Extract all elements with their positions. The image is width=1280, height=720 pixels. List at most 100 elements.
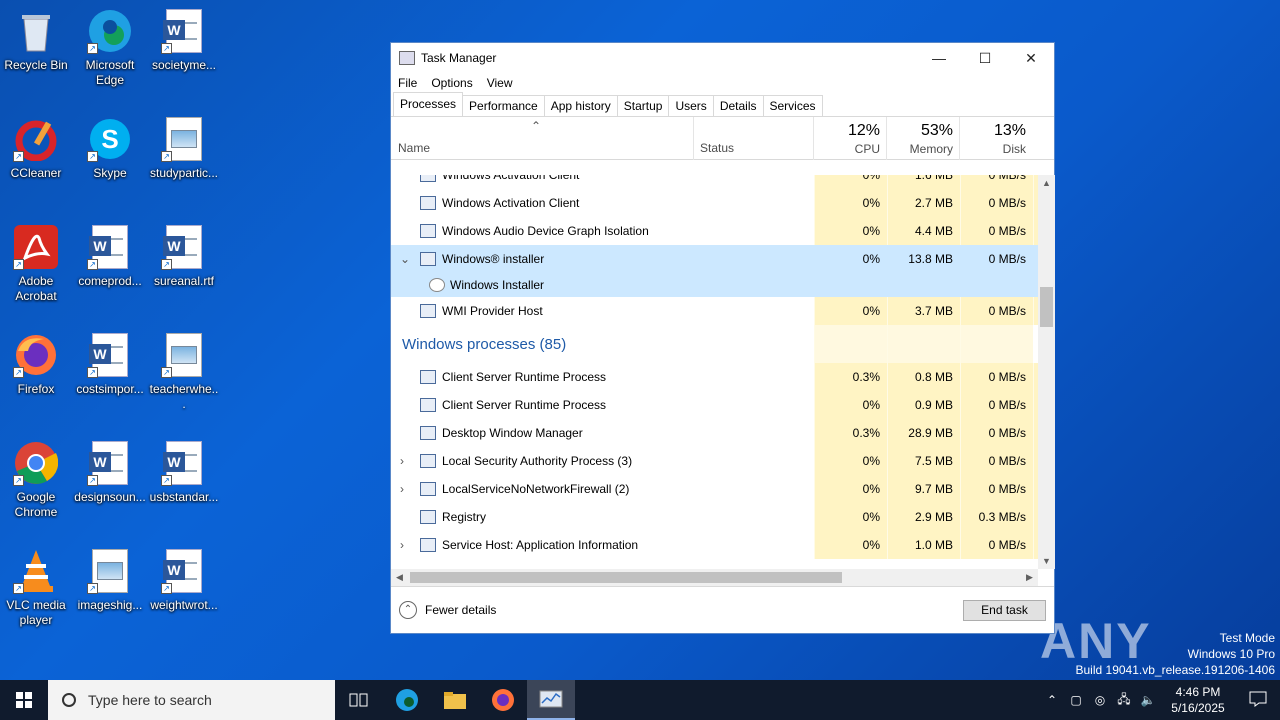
desktop-icon[interactable]: W ↗ costsimpor... (74, 332, 146, 397)
process-row[interactable]: WMI Provider Host 0% 3.7 MB 0 MB/s (391, 297, 1038, 325)
taskbar-task-manager[interactable] (527, 680, 575, 720)
disk-value: 0 MB/s (960, 217, 1033, 245)
search-box[interactable]: Type here to search (48, 680, 335, 720)
horizontal-scroll-thumb[interactable] (410, 572, 842, 583)
tab-performance[interactable]: Performance (462, 95, 545, 116)
process-row[interactable]: Windows Audio Device Graph Isolation 0% 4.… (391, 217, 1038, 245)
chevron-down-icon[interactable]: ⌄ (400, 252, 410, 266)
chevron-up-icon[interactable]: ⌃ (1040, 693, 1064, 707)
chevron-right-icon[interactable]: › (400, 454, 404, 468)
process-child-row[interactable]: Windows Installer (391, 273, 1038, 297)
scroll-up-icon[interactable]: ▲ (1038, 175, 1055, 191)
horizontal-scrollbar[interactable]: ◀ ▶ (391, 569, 1038, 586)
desktop-icon[interactable]: W ↗ comeprod... (74, 224, 146, 289)
tab-processes[interactable]: Processes (393, 92, 464, 116)
chrome-icon: ↗ (13, 440, 59, 486)
column-status[interactable]: Status (700, 141, 734, 155)
desktop-icon[interactable]: ↗ VLC media player (0, 548, 72, 628)
menu-file[interactable]: File (398, 76, 417, 90)
taskbar-file-explorer[interactable] (431, 680, 479, 720)
menu-view[interactable]: View (487, 76, 513, 90)
desktop-icon[interactable]: ↗ Adobe Acrobat (0, 224, 72, 304)
desktop-icon-label: Skype (93, 166, 127, 180)
process-row[interactable]: › Local Security Authority Process (3) 0% 7… (391, 447, 1038, 475)
fewer-details-button[interactable]: ⌃ Fewer details (399, 601, 496, 619)
end-task-button[interactable]: End task (963, 600, 1046, 621)
disk-value: 0 MB/s (960, 297, 1033, 325)
network-icon[interactable]: 🖧 (1112, 690, 1136, 711)
desktop-icon[interactable]: W ↗ usbstandar... (148, 440, 220, 505)
process-row[interactable]: Windows Activation Client 0% 2.7 MB 0 MB/s (391, 189, 1038, 217)
disk-value: 0 MB/s (960, 531, 1033, 559)
process-row[interactable]: Client Server Runtime Process 0% 0.9 MB 0 M… (391, 391, 1038, 419)
column-memory[interactable]: 53% Memory (886, 117, 959, 160)
taskbar-firefox[interactable] (479, 680, 527, 720)
process-name: Local Security Authority Process (3) (442, 454, 633, 468)
column-cpu[interactable]: 12% CPU (813, 117, 886, 160)
shortcut-arrow-icon: ↗ (13, 151, 24, 162)
title-bar[interactable]: Task Manager — ☐ ✕ (391, 43, 1054, 73)
menu-options[interactable]: Options (431, 76, 472, 90)
desktop-icon[interactable]: ↗ Microsoft Edge (74, 8, 146, 88)
desktop-icon[interactable]: W ↗ weightwrot... (148, 548, 220, 613)
close-button[interactable]: ✕ (1008, 43, 1054, 73)
column-name[interactable]: Name (398, 141, 430, 155)
group-header-row[interactable]: Windows processes (85) (391, 325, 1038, 363)
desktop-icon[interactable]: ↗ imageshig... (74, 548, 146, 613)
volume-icon[interactable]: 🔈 (1136, 693, 1160, 707)
process-row[interactable]: Registry 0% 2.9 MB 0.3 MB/s (391, 503, 1038, 531)
tab-services[interactable]: Services (762, 95, 823, 116)
process-row[interactable]: ⌄ Windows® installer 0% 13.8 MB 0 MB/s (391, 245, 1038, 273)
cpu-value: 0% (814, 297, 887, 325)
tab-startup[interactable]: Startup (616, 95, 670, 116)
tab-details[interactable]: Details (712, 95, 764, 116)
minimize-button[interactable]: — (916, 43, 962, 73)
process-row[interactable]: Windows Activation Client 0% 1.6 MB 0 MB/s (391, 175, 1038, 189)
process-icon (420, 482, 436, 496)
desktop-icon[interactable]: S ↗ Skype (74, 116, 146, 181)
process-icon (420, 454, 436, 468)
notification-icon[interactable] (1236, 691, 1280, 710)
meet-now-icon[interactable]: ◎ (1088, 693, 1112, 707)
process-row[interactable]: › LocalServiceNoNetworkFirewall (2) 0% 9.7 … (391, 475, 1038, 503)
scroll-down-icon[interactable]: ▼ (1038, 553, 1055, 569)
desktop-icon[interactable]: W ↗ designsoun... (74, 440, 146, 505)
desktop-icon[interactable]: W ↗ sureanal.rtf (148, 224, 220, 289)
taskbar-edge[interactable] (383, 680, 431, 720)
maximize-button[interactable]: ☐ (962, 43, 1008, 73)
firefox-icon: ↗ (13, 332, 59, 378)
shortcut-arrow-icon: ↗ (87, 43, 98, 54)
chevron-up-icon: ⌃ (399, 601, 417, 619)
tab-users[interactable]: Users (668, 95, 714, 116)
desktop-icon[interactable]: ↗ teacherwhe... (148, 332, 220, 412)
clock[interactable]: 4:46 PM 5/16/2025 (1160, 684, 1236, 716)
desktop-icon[interactable]: W ↗ societyme... (148, 8, 220, 73)
process-icon (420, 426, 436, 440)
desktop-icon[interactable]: ↗ studypartic... (148, 116, 220, 181)
chevron-right-icon[interactable]: › (400, 538, 404, 552)
desktop-icon[interactable]: ↗ Google Chrome (0, 440, 72, 520)
desktop-icon[interactable]: Recycle Bin (0, 8, 72, 73)
desktop-icon-label: Adobe Acrobat (15, 274, 57, 303)
process-row[interactable]: › Service Host: Application Information 0%… (391, 531, 1038, 559)
scroll-left-icon[interactable]: ◀ (391, 569, 408, 586)
desktop-icon-label: costsimpor... (76, 382, 144, 396)
tab-app-history[interactable]: App history (543, 95, 618, 116)
scroll-right-icon[interactable]: ▶ (1021, 569, 1038, 586)
desktop-icon[interactable]: ↗ Firefox (0, 332, 72, 397)
chevron-right-icon[interactable]: › (400, 482, 404, 496)
process-list[interactable]: Windows Activation Client 0% 1.6 MB 0 MB/s W… (391, 175, 1038, 569)
vertical-scroll-thumb[interactable] (1040, 287, 1053, 327)
desktop-icon-label: Firefox (17, 382, 55, 396)
column-disk[interactable]: 13% Disk (959, 117, 1032, 160)
desktop-icon[interactable]: ↗ CCleaner (0, 116, 72, 181)
process-row[interactable]: Desktop Window Manager 0.3% 28.9 MB 0 MB/s (391, 419, 1038, 447)
process-row[interactable]: Client Server Runtime Process 0.3% 0.8 MB 0… (391, 363, 1038, 391)
group-cell (814, 325, 887, 363)
task-view-button[interactable] (335, 680, 383, 720)
footer: ⌃ Fewer details End task (391, 586, 1054, 634)
disk-value: 0 MB/s (960, 447, 1033, 475)
start-button[interactable] (0, 680, 48, 720)
tablet-icon[interactable]: ▢ (1064, 693, 1088, 707)
vertical-scrollbar[interactable]: ▲ ▼ (1038, 175, 1055, 569)
